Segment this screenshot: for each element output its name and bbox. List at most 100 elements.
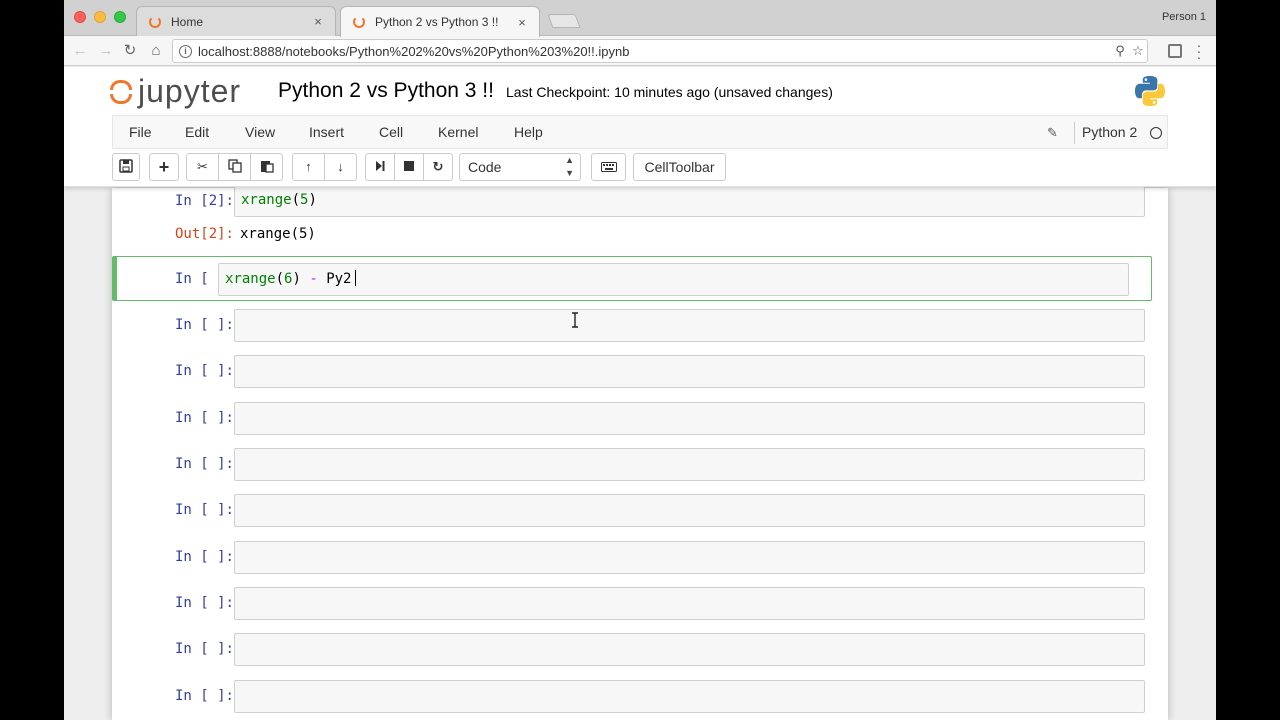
menu-insert[interactable]: Insert <box>309 124 344 140</box>
move-down-button[interactable]: ↓ <box>324 153 357 181</box>
input-prompt: In [ ]: <box>174 595 234 611</box>
code-cell[interactable]: In [ ]: <box>128 587 1152 627</box>
code-cell[interactable]: In [ ]: <box>128 448 1152 488</box>
plus-icon: + <box>158 157 170 177</box>
tab-label: Python 2 vs Python 3 !! <box>375 15 499 29</box>
cell-input[interactable] <box>234 541 1145 574</box>
python-logo-icon <box>1135 76 1165 106</box>
cell-input[interactable]: xrange(6) - Py2 <box>218 263 1129 296</box>
cell-input[interactable] <box>234 680 1145 713</box>
input-prompt: In [ ]: <box>174 502 234 518</box>
jupyter-logo[interactable]: jupyter <box>110 73 241 109</box>
insert-cell-button[interactable]: + <box>149 153 179 181</box>
restart-icon: ↻ <box>432 159 444 174</box>
restart-kernel-button[interactable]: ↻ <box>423 153 453 181</box>
code-cell[interactable]: In [ ]: <box>128 355 1152 395</box>
paste-button[interactable] <box>250 153 283 181</box>
code-token: xrange <box>241 192 292 208</box>
code-cell[interactable]: In [ ]: <box>128 633 1152 673</box>
menu-view[interactable]: View <box>245 124 275 140</box>
keyboard-icon <box>600 162 617 172</box>
arrow-down-icon: ↓ <box>337 159 344 174</box>
cell-input[interactable]: xrange(5) <box>234 186 1145 217</box>
code-cell[interactable]: In [ ]: <box>128 402 1152 442</box>
menu-bar: File Edit View Insert Cell Kernel Help ✎… <box>112 115 1168 149</box>
code-cell[interactable]: In [ ]: <box>128 309 1152 349</box>
url-text[interactable]: localhost:8888/notebooks/Python%202%20vs… <box>198 44 1111 59</box>
code-token: ( <box>291 192 301 208</box>
kernel-idle-icon <box>1150 127 1162 139</box>
code-cell-selected[interactable]: In [ ]: xrange(6) - Py2 <box>112 256 1152 301</box>
copy-button[interactable] <box>218 153 251 181</box>
cut-button[interactable]: ✂ <box>186 153 219 181</box>
cell-input[interactable] <box>234 494 1145 527</box>
logo-text: jupyter <box>138 72 242 109</box>
maximize-window-button[interactable] <box>114 11 126 23</box>
interrupt-kernel-button[interactable] <box>394 153 424 181</box>
cell-type-value: Code <box>468 159 502 175</box>
cell-input[interactable] <box>234 633 1145 666</box>
step-forward-icon <box>376 161 385 171</box>
run-cell-button[interactable] <box>365 153 395 181</box>
arrow-up-icon: ↑ <box>305 159 312 174</box>
input-prompt: In [ ]: <box>174 363 234 379</box>
cell-input[interactable] <box>234 402 1145 435</box>
notebook-container: In [2]: xrange(5) Out[2]: xrange(5) In [… <box>112 186 1168 720</box>
notebook-header: jupyter Python 2 vs Python 3 !! Last Che… <box>64 67 1216 187</box>
zoom-icon[interactable]: ⚲ <box>1111 43 1129 59</box>
input-prompt: In [ ]: <box>174 688 234 704</box>
menu-file[interactable]: File <box>129 124 152 140</box>
tab-strip: Home × Python 2 vs Python 3 !! × Person … <box>64 0 1216 37</box>
browser-menu-icon[interactable]: · · · <box>1194 38 1204 64</box>
command-palette-button[interactable] <box>591 153 626 181</box>
move-up-button[interactable]: ↑ <box>292 153 325 181</box>
code-cell[interactable]: In [ ]: <box>128 494 1152 534</box>
save-button[interactable] <box>112 153 140 181</box>
browser-toolbar: ← → ↻ ⌂ i localhost:8888/notebooks/Pytho… <box>64 36 1216 66</box>
tab-home[interactable]: Home × <box>136 6 336 36</box>
paste-icon <box>260 161 274 173</box>
menu-help[interactable]: Help <box>514 124 543 140</box>
menu-kernel[interactable]: Kernel <box>438 124 478 140</box>
tab-label: Home <box>171 14 204 29</box>
cell-input[interactable] <box>234 587 1145 620</box>
celltoolbar-button[interactable]: CellToolbar <box>633 153 726 181</box>
minimize-window-button[interactable] <box>94 11 106 23</box>
forward-arrow-icon[interactable]: → <box>96 41 116 61</box>
cell-input[interactable] <box>234 355 1145 388</box>
reload-icon[interactable]: ↻ <box>120 41 140 61</box>
tab-close-icon[interactable]: × <box>311 14 325 29</box>
checkpoint-status: Last Checkpoint: 10 minutes ago (unsaved… <box>506 84 833 100</box>
notebook-toolbar: + ✂ ↑ ↓ ↻ Code ▲ ▼ CellToolbar <box>112 153 1168 183</box>
pencil-icon[interactable]: ✎ <box>1047 125 1058 141</box>
input-prompt: In [ ]: <box>174 410 234 426</box>
address-bar[interactable]: i localhost:8888/notebooks/Python%202%20… <box>172 39 1148 63</box>
home-icon[interactable]: ⌂ <box>146 41 166 61</box>
back-arrow-icon[interactable]: ← <box>70 41 90 61</box>
bookmark-star-icon[interactable]: ☆ <box>1129 43 1147 59</box>
close-window-button[interactable] <box>74 11 86 23</box>
code-cell[interactable]: In [ ]: <box>128 541 1152 581</box>
notebook-title[interactable]: Python 2 vs Python 3 !! <box>278 79 494 103</box>
menu-edit[interactable]: Edit <box>185 124 209 140</box>
info-icon[interactable]: i <box>179 44 192 58</box>
select-caret-icon: ▲ ▼ <box>565 155 574 178</box>
menu-cell[interactable]: Cell <box>379 124 403 140</box>
code-cell[interactable]: In [2]: xrange(5) Out[2]: xrange(5) <box>128 186 1152 260</box>
cell-output: xrange(5) <box>240 226 316 242</box>
kernel-name[interactable]: Python 2 <box>1082 124 1137 140</box>
text-cursor <box>355 270 357 286</box>
profile-name[interactable]: Person 1 <box>1162 11 1206 23</box>
code-token: ) <box>308 192 317 208</box>
extension-icon[interactable] <box>1168 44 1182 58</box>
browser-window: Home × Python 2 vs Python 3 !! × Person … <box>64 0 1216 720</box>
jupyter-favicon-icon <box>353 16 365 28</box>
cell-type-select[interactable]: Code ▲ ▼ <box>459 153 581 181</box>
tab-notebook[interactable]: Python 2 vs Python 3 !! × <box>340 6 540 37</box>
input-prompt: In [ ]: <box>174 641 234 657</box>
cell-input[interactable] <box>234 448 1145 481</box>
cell-input[interactable] <box>234 309 1145 342</box>
new-tab-button[interactable] <box>547 14 581 28</box>
tab-close-icon[interactable]: × <box>515 15 529 30</box>
code-cell[interactable]: In [ ]: <box>128 680 1152 720</box>
